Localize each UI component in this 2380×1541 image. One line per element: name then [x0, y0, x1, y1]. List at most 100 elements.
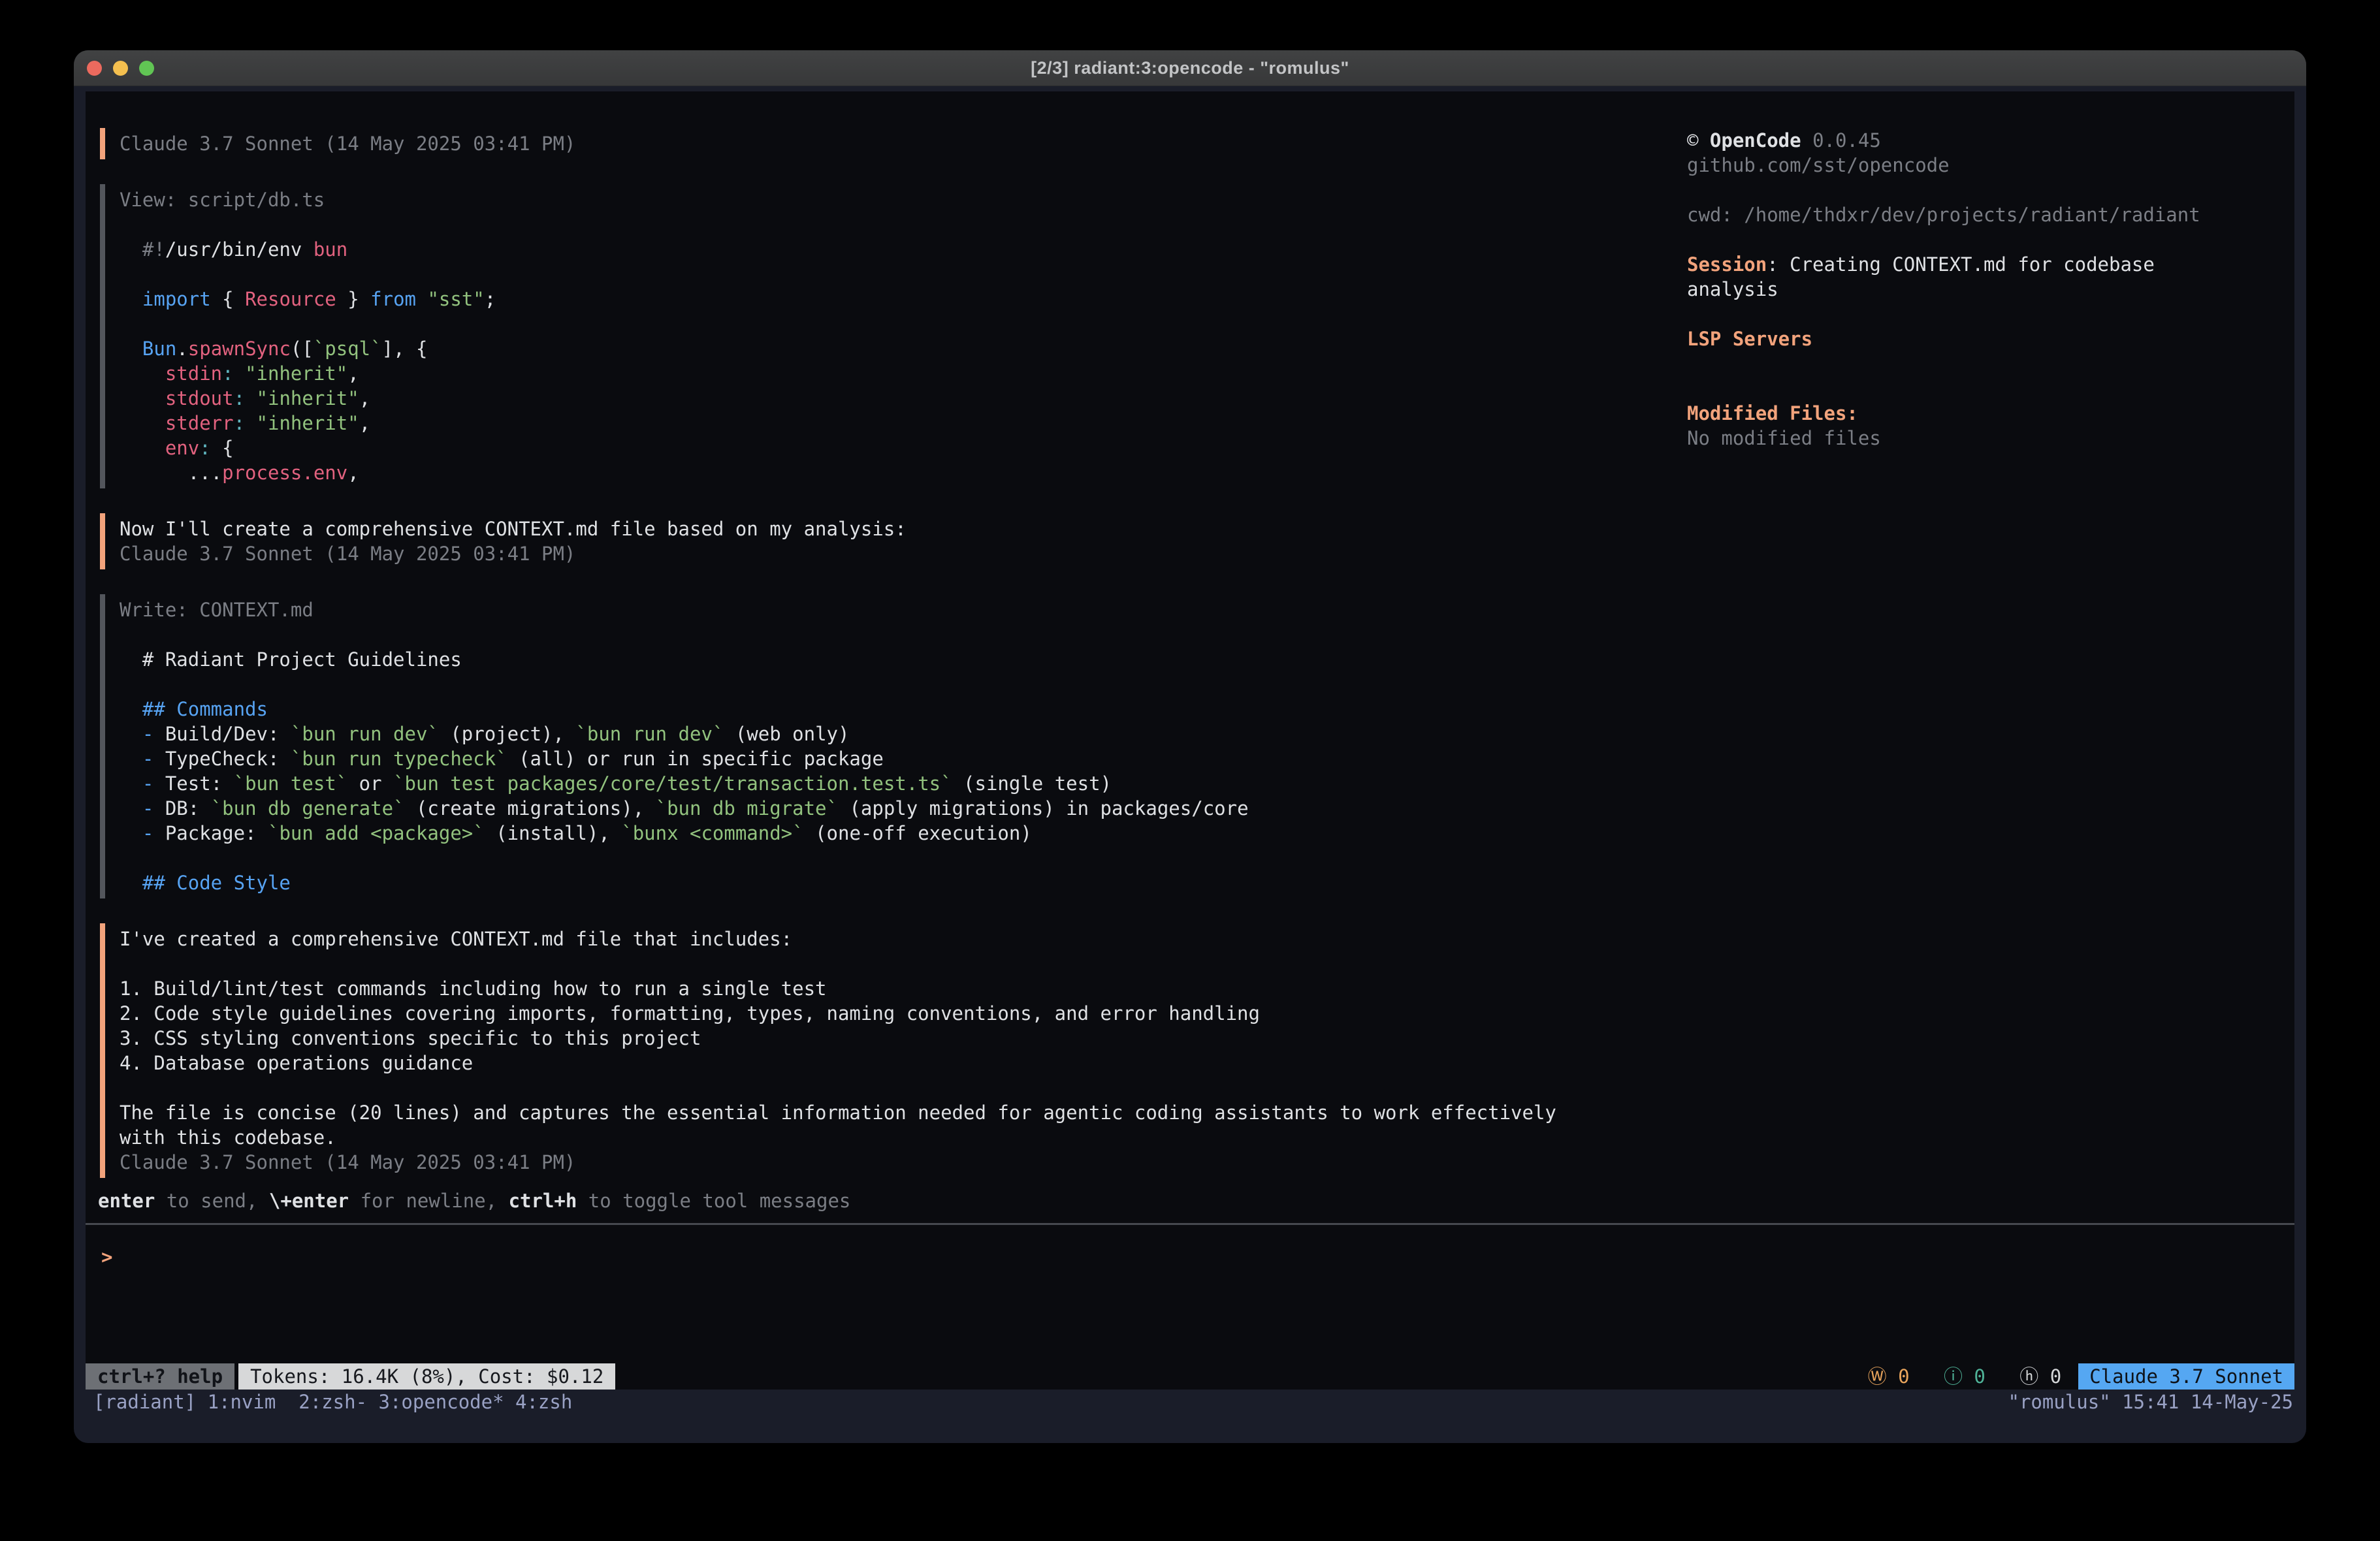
text-segment: [120, 772, 142, 795]
text-line: [120, 212, 496, 237]
text-segment: process.env: [222, 462, 347, 484]
text-line: [1687, 178, 2294, 202]
text-segment: `bun db generate`: [211, 797, 405, 819]
text-segment: [416, 288, 427, 310]
text-segment: ...: [120, 462, 222, 484]
text-segment: Modified Files:: [1687, 402, 1858, 424]
text-line: - Test: `bun test` or `bun test packages…: [120, 771, 1249, 796]
text-segment: [120, 387, 165, 409]
text-line: Claude 3.7 Sonnet (14 May 2025 03:41 PM): [120, 1150, 1556, 1175]
lsp-diagnostics-counters: Ⓦ 0 ⓘ 0 ⓗ 0: [1868, 1363, 2062, 1390]
text-segment: (create migrations),: [405, 797, 656, 819]
text-segment: ,: [347, 462, 359, 484]
text-segment: -: [142, 822, 153, 844]
text-segment: (install),: [485, 822, 622, 844]
text-segment: Claude 3.7 Sonnet (14 May 2025 03:41 PM): [120, 543, 575, 565]
text-line: - TypeCheck: `bun run typecheck` (all) o…: [120, 746, 1249, 771]
text-segment: :: [234, 387, 245, 409]
text-line: [120, 1075, 1556, 1100]
assistant-message-block: Now I'll create a comprehensive CONTEXT.…: [86, 513, 1687, 569]
text-segment: "sst": [427, 288, 484, 310]
tui-body: Claude 3.7 Sonnet (14 May 2025 03:41 PM)…: [86, 91, 2294, 1188]
tool-accent-bar: [100, 184, 105, 488]
text-segment: env: [165, 437, 199, 459]
terminal-content: Claude 3.7 Sonnet (14 May 2025 03:41 PM)…: [86, 91, 2294, 1443]
text-segment: (project),: [439, 723, 576, 745]
text-segment: Bun: [142, 338, 176, 360]
text-segment: `bun add <package>`: [268, 822, 485, 844]
text-line: [120, 311, 496, 336]
text-line: stdout: "inherit",: [120, 386, 496, 411]
text-segment: ,: [359, 412, 370, 434]
text-segment: [245, 387, 256, 409]
text-line: import { Resource } from "sst";: [120, 287, 496, 311]
text-segment: stdout: [165, 387, 234, 409]
text-line: # Radiant Project Guidelines: [120, 647, 1249, 672]
text-segment: (one-off execution): [804, 822, 1032, 844]
text-line: [120, 846, 1249, 870]
text-segment: -: [142, 723, 153, 745]
text-line: Write: CONTEXT.md: [120, 597, 1249, 622]
text-line: 4. Database operations guidance: [120, 1051, 1556, 1075]
text-line: No modified files: [1687, 426, 2294, 451]
text-segment: from: [370, 288, 416, 310]
text-segment: Session: [1687, 253, 1767, 276]
text-segment: or: [347, 772, 393, 795]
text-line: stdin: "inherit",: [120, 361, 496, 386]
text-segment: ⓗ 0: [2019, 1364, 2061, 1389]
text-line: analysis: [1687, 277, 2294, 302]
text-segment: : Creating CONTEXT.md for codebase: [1767, 253, 2155, 276]
text-segment: Resource: [245, 288, 336, 310]
text-line: [1687, 351, 2294, 376]
text-segment: "inherit": [245, 362, 347, 385]
text-segment: (all) or run in specific package: [507, 748, 884, 770]
text-segment: [120, 238, 142, 261]
text-line: Now I'll create a comprehensive CONTEXT.…: [120, 516, 907, 541]
text-segment: -: [142, 748, 153, 770]
text-segment: Test:: [153, 772, 233, 795]
text-line: 2. Code style guidelines covering import…: [120, 1001, 1556, 1026]
message-input-area[interactable]: >: [86, 1225, 2294, 1363]
text-line: with this codebase.: [120, 1125, 1556, 1150]
zoom-button[interactable]: [139, 61, 154, 76]
text-line: The file is concise (20 lines) and captu…: [120, 1100, 1556, 1125]
text-segment: Claude 3.7 Sonnet (14 May 2025 03:41 PM): [120, 1151, 575, 1173]
text-segment: `bun run typecheck`: [291, 748, 507, 770]
tmux-session-windows[interactable]: [radiant] 1:nvim 2:zsh- 3:opencode* 4:zs…: [93, 1390, 572, 1414]
traffic-lights: [87, 50, 154, 86]
tool-view-block: View: script/db.ts #!/usr/bin/env bun im…: [86, 184, 1687, 488]
text-segment: [120, 797, 142, 819]
text-segment: :: [222, 362, 233, 385]
text-segment: cwd: /home/thdxr/dev/projects/radiant/ra…: [1687, 204, 2200, 226]
window-title: [2/3] radiant:3:opencode - "romulus": [1031, 58, 1349, 78]
text-segment: Claude 3.7 Sonnet (14 May 2025 03:41 PM): [120, 133, 575, 155]
close-button[interactable]: [87, 61, 102, 76]
text-segment: {: [211, 437, 234, 459]
message-lines: Now I'll create a comprehensive CONTEXT.…: [120, 513, 907, 569]
text-segment: "inherit": [257, 412, 359, 434]
text-line: © OpenCode 0.0.45: [1687, 128, 2294, 153]
text-segment: ,: [359, 387, 370, 409]
text-line: - Build/Dev: `bun run dev` (project), `b…: [120, 722, 1249, 746]
text-segment: `bun db migrate`: [656, 797, 838, 819]
text-segment: 1. Build/lint/test commands including ho…: [120, 977, 827, 1000]
minimize-button[interactable]: [113, 61, 128, 76]
sidebar-lines: © OpenCode 0.0.45github.com/sst/opencode…: [1687, 128, 2294, 451]
model-badge: Claude 3.7 Sonnet: [2078, 1363, 2294, 1390]
text-line: View: script/db.ts: [120, 187, 496, 212]
text-segment: [120, 723, 142, 745]
tool-write-block: Write: CONTEXT.md # Radiant Project Guid…: [86, 594, 1687, 898]
text-line: [120, 672, 1249, 697]
text-segment: to send,: [155, 1190, 269, 1212]
text-line: [120, 262, 496, 287]
text-line: - Package: `bun add <package>` (install)…: [120, 821, 1249, 846]
text-segment: "inherit": [257, 387, 359, 409]
tokens-cost-badge: Tokens: 16.4K (8%), Cost: $0.12: [238, 1363, 615, 1390]
text-line: ...process.env,: [120, 460, 496, 485]
text-segment: ©: [1687, 129, 1710, 151]
text-segment: 2. Code style guidelines covering import…: [120, 1002, 1260, 1025]
text-line: LSP Servers: [1687, 326, 2294, 351]
text-segment: (web only): [724, 723, 849, 745]
text-line: 1. Build/lint/test commands including ho…: [120, 976, 1556, 1001]
titlebar[interactable]: [2/3] radiant:3:opencode - "romulus": [74, 50, 2306, 86]
